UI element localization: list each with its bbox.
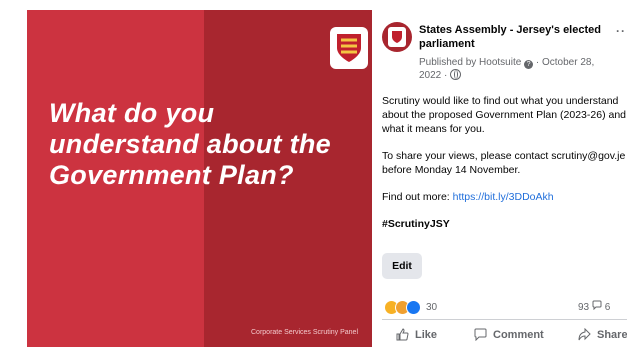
reaction-count: 30 (426, 302, 438, 313)
post-meta: Published by Hootsuite ? · October 28, 2… (419, 57, 595, 81)
info-icon[interactable]: ? (524, 60, 534, 69)
like-button[interactable]: Like (396, 328, 437, 341)
comment-label: Comment (493, 328, 544, 341)
more-options-icon[interactable]: ·· (616, 24, 626, 38)
image-headline: What do you understand about the Governm… (49, 98, 331, 190)
reactions-summary[interactable]: 30 (384, 300, 437, 315)
comment-bubble-icon (474, 328, 487, 341)
like-reaction-icon (406, 300, 421, 315)
comment-count: 93 (578, 302, 590, 313)
hashtag-link[interactable]: #ScrutinyJSY (382, 217, 627, 231)
share-label: Share (597, 328, 627, 341)
globe-icon (450, 69, 462, 80)
thumbs-up-icon (396, 328, 409, 341)
comment-icon (592, 300, 605, 313)
crest-icon (388, 27, 406, 47)
image-footer: Corporate Services Scrutiny Panel (251, 329, 358, 336)
like-label: Like (415, 328, 438, 341)
post-link[interactable]: https://bit.ly/3DDoAkh (453, 191, 554, 203)
published-by: Published by Hootsuite (419, 57, 522, 68)
jersey-crest-icon (330, 27, 368, 69)
share-arrow-icon (578, 328, 591, 341)
find-out-label: Find out more: (382, 191, 453, 203)
share-count: 6 (604, 302, 611, 313)
divider (382, 319, 627, 320)
comment-share-counts[interactable]: 93 6 (578, 300, 610, 313)
post-paragraph: To share your views, please contact scru… (382, 150, 626, 176)
share-button[interactable]: Share (578, 328, 627, 341)
page-name-link[interactable]: States Assembly - Jersey's elected parli… (419, 23, 609, 51)
page-avatar[interactable] (382, 22, 412, 52)
post-text: Scrutiny would like to find out what you… (382, 94, 627, 231)
find-out-more: Find out more: https://bit.ly/3DDoAkh (382, 190, 627, 204)
post-paragraph: Scrutiny would like to find out what you… (382, 95, 626, 135)
edit-button[interactable]: Edit (382, 253, 422, 279)
comment-button[interactable]: Comment (474, 328, 544, 341)
post-image[interactable]: What do you understand about the Governm… (27, 10, 372, 347)
post-details: States Assembly - Jersey's elected parli… (372, 10, 627, 350)
